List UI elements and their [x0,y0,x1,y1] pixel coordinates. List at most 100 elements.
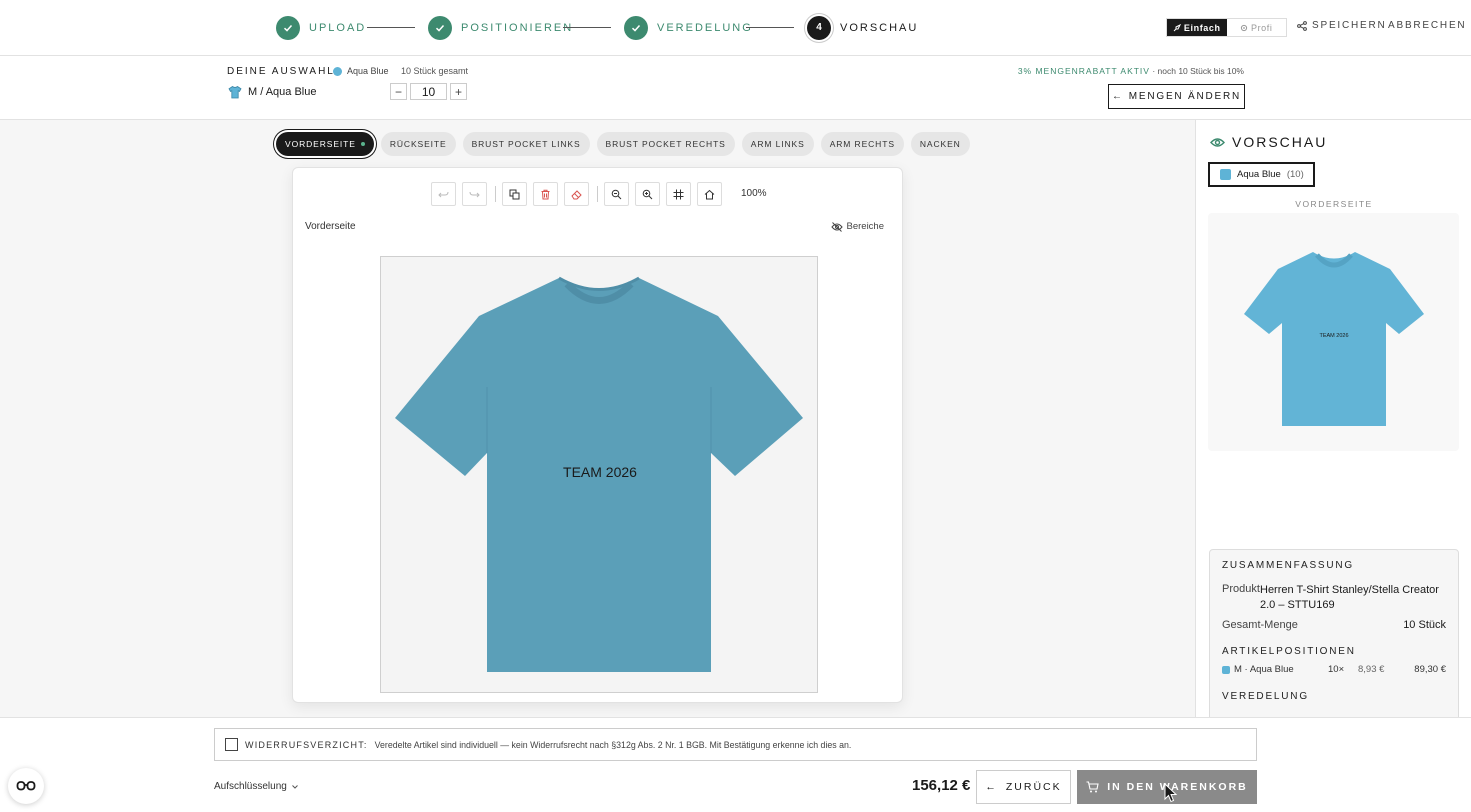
zoom-out-icon [611,189,622,199]
zoom-in-button[interactable] [635,182,660,206]
cancel-label: ABBRECHEN [1388,20,1467,31]
toggle-areas-button[interactable]: Bereiche [830,221,885,232]
position-unit-price: 8,93 € [1358,664,1385,675]
tab-label: NACKEN [919,139,961,149]
canvas-side-title: Vorderseite [305,221,356,232]
tab-label: BRUST POCKET LINKS [471,139,581,149]
eye-off-icon [830,221,843,232]
position-qty: 10× [1328,664,1345,675]
undo-button[interactable] [431,182,456,206]
order-summary: ZUSAMMENFASSUNG Produkt Herren T-Shirt S… [1209,549,1459,717]
save-label: SPEICHERN [1312,20,1387,31]
mode-simple-button[interactable]: Einfach [1167,19,1227,36]
accessibility-widget-button[interactable] [8,768,44,804]
mode-simple-label: Einfach [1183,22,1221,33]
finishing-title: VEREDELUNG [1222,691,1309,702]
save-button[interactable]: SPEICHERN [1297,20,1387,31]
product-label: Produkt [1222,583,1260,595]
grid-button[interactable] [666,182,691,206]
design-stage[interactable]: TEAM 2026 [380,256,818,693]
step-veredelung[interactable]: VEREDELUNG [624,15,753,40]
variant-label: M / Aqua Blue [248,86,317,98]
back-label: ZURÜCK [1005,781,1062,793]
zoom-level: 100% [741,188,767,199]
check-icon [276,15,300,40]
breakdown-label: Aufschlüsselung [214,781,287,792]
trash-icon [541,189,550,199]
cancel-button[interactable]: ABBRECHEN [1388,20,1466,31]
mode-toggle: Einfach Profi [1166,18,1287,37]
tab-label: VORDERSEITE [285,139,356,149]
home-icon [704,189,715,199]
preview-title: VORSCHAU [1210,134,1327,150]
increase-button[interactable]: + [450,83,467,100]
position-row: M · Aqua Blue 10× 8,93 € 89,30 € [1222,664,1446,675]
step-vorschau[interactable]: 4 VORSCHAU [807,15,918,40]
tshirt-preview [1244,252,1424,426]
discount-notice: 3% MENGENRABATT AKTIV · noch 10 Stück bi… [1018,66,1244,76]
mode-pro-label: Profi [1250,22,1273,33]
preview-side-label: VORDERSEITE [1295,199,1373,209]
tab-rueckseite[interactable]: RÜCKSEITE [380,132,456,156]
clear-button[interactable] [564,182,589,206]
arrow-left-icon: ← [985,781,998,793]
color-chip-count: (10) [1286,169,1304,180]
design-text-element[interactable]: TEAM 2026 [561,464,639,480]
redo-button[interactable] [462,182,487,206]
preview-print-text: TEAM 2026 [1319,333,1349,339]
position-name: M · Aqua Blue [1234,664,1294,675]
waiver-checkbox[interactable] [225,738,238,751]
selection-color-name: Aqua Blue [347,66,389,76]
step-upload[interactable]: UPLOAD [276,15,366,40]
toolbar-divider [597,186,598,202]
mode-pro-button[interactable]: Profi [1227,19,1287,36]
copy-icon [509,189,520,199]
redo-icon [469,191,480,197]
back-button[interactable]: ← ZURÜCK [976,770,1071,804]
breakdown-toggle[interactable]: Aufschlüsselung [214,781,299,792]
summary-title: ZUSAMMENFASSUNG [1222,560,1355,571]
delete-button[interactable] [533,182,558,206]
reset-view-button[interactable] [697,182,722,206]
tab-brust-pocket-links[interactable]: BRUST POCKET LINKS [462,132,590,156]
preview-image: TEAM 2026 [1208,213,1459,451]
step-connector [367,27,415,28]
mouse-cursor-icon [1164,783,1178,803]
checkout-footer: WIDERRUFSVERZICHT: Veredelte Artikel sin… [0,717,1471,812]
color-swatch [1222,665,1230,674]
variant-row: M / Aqua Blue [228,85,317,99]
change-quantities-label: MENGEN ÄNDERN [1128,91,1242,102]
tab-vorderseite[interactable]: VORDERSEITE [276,132,374,156]
preview-panel: VORSCHAU Aqua Blue (10) VORDERSEITE TEAM… [1195,120,1471,717]
quantity-field[interactable]: 10 [410,83,447,100]
eye-icon [1210,137,1225,147]
grid-icon [673,189,684,199]
editor-canvas-card: 100% Vorderseite Bereiche TEAM 2026 [292,167,903,703]
tab-arm-links[interactable]: ARM LINKS [741,132,814,156]
tab-brust-pocket-rechts[interactable]: BRUST POCKET RECHTS [596,132,735,156]
summary-quantity-row: Gesamt-Menge 10 Stück [1222,619,1446,631]
color-variant-chip[interactable]: Aqua Blue (10) [1208,162,1315,187]
change-quantities-button[interactable]: ← MENGEN ÄNDERN [1108,84,1245,109]
glasses-icon [16,781,36,791]
cart-icon [1086,781,1099,793]
zoom-out-button[interactable] [604,182,629,206]
tab-nacken[interactable]: NACKEN [910,132,970,156]
eraser-icon [570,189,582,199]
color-chip-label: Aqua Blue [1237,169,1281,180]
tab-label: ARM RECHTS [829,139,895,149]
tab-arm-rechts[interactable]: ARM RECHTS [820,132,904,156]
step-label: POSITIONIEREN [461,21,574,34]
tshirt-icon [228,86,242,99]
arrow-left-icon: ← [1111,91,1124,102]
step-positionieren[interactable]: POSITIONIEREN [428,15,573,40]
positions-title: ARTIKELPOSITIONEN [1222,646,1356,657]
total-price: 156,12 € [912,777,971,794]
decrease-button[interactable]: − [390,83,407,100]
duplicate-button[interactable] [502,182,527,206]
areas-label: Bereiche [846,221,885,232]
withdrawal-waiver: WIDERRUFSVERZICHT: Veredelte Artikel sin… [214,728,1257,761]
active-dot [360,142,365,146]
step-label: VEREDELUNG [657,21,753,34]
product-value: Herren T-Shirt Stanley/Stella Creator 2.… [1260,584,1439,611]
